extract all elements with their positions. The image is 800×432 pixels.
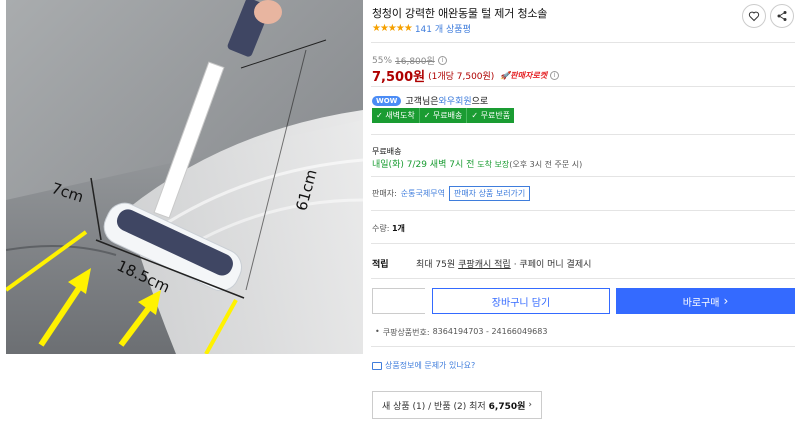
membership-suffix: 으로	[471, 97, 489, 107]
rating-row: ★★★★★ 141 개 상품평	[372, 22, 471, 35]
divider	[371, 278, 795, 279]
quantity-value: 1개	[391, 224, 405, 233]
product-title: 청청이 강력한 애완동물 털 제거 청소솔	[372, 7, 548, 20]
benefit-tags: ✓ 새벽도착 ✓ 무료배송 ✓ 무료반품	[372, 108, 515, 123]
unit-price: (1개당 7,500원)	[428, 72, 495, 82]
quantity-stepper: ▲ ▼	[372, 288, 504, 314]
divider	[371, 176, 795, 177]
tag-free-return: ✓ 무료반품	[467, 108, 515, 123]
divider	[371, 134, 795, 135]
bullet: •	[375, 327, 380, 336]
item-number-value: 8364194703 - 24166049683	[432, 327, 548, 336]
seller-row: 판매자: 순통국제무역 판매자 상품 보러가기	[372, 186, 531, 201]
message-icon	[372, 361, 382, 370]
report-issue-link[interactable]: 상품정보에 문제가 있나요?	[372, 360, 475, 371]
heart-icon	[748, 11, 760, 22]
review-count-link[interactable]: 141 개 상품평	[415, 22, 471, 35]
tag-free-shipping: ✓ 무료배송	[419, 108, 468, 123]
wow-badge: WOW	[372, 95, 402, 106]
star-rating-icon: ★★★★★	[372, 23, 413, 34]
points-condition: · 쿠페이 머니 결제시	[513, 260, 592, 270]
rocket-seller-badge: 🚀판매자로켓	[500, 71, 548, 80]
divider	[371, 243, 795, 244]
sale-price: 7,500원	[372, 70, 426, 85]
item-number-label: 쿠팡상품번호:	[382, 328, 430, 337]
membership-prefix: 고객님은	[405, 97, 439, 107]
price-row: 7,500원 (1개당 7,500원) 🚀판매자로켓 i	[372, 66, 560, 85]
add-to-cart-button[interactable]: 장바구니 담기	[432, 288, 610, 314]
seller-products-button[interactable]: 판매자 상품 보러가기	[448, 186, 531, 201]
share-button[interactable]	[770, 4, 794, 28]
seller-name-link[interactable]: 순통국제무역	[401, 188, 445, 199]
item-number-row: • 쿠팡상품번호: 8364194703 - 24166049683	[375, 327, 547, 338]
divider	[371, 210, 795, 211]
points-info: 최대 75원 쿠팡캐시 적립 · 쿠페이 머니 결제시	[416, 257, 591, 270]
discount-rate: 55%	[372, 55, 393, 66]
tag-dawn-delivery: ✓ 새벽도착	[372, 108, 420, 123]
offers-text: 새 상품 (1) / 반품 (2) 최저	[381, 401, 486, 412]
delivery-date: 내일(화) 7/29 새벽 7시 전 도착 보장(오후 3시 전 주문 시)	[372, 157, 582, 170]
points-label: 적립	[372, 260, 389, 270]
delivery-guarantee: 도착 보장	[477, 160, 510, 169]
share-icon	[777, 11, 787, 21]
info-icon[interactable]: i	[550, 71, 560, 80]
delivery-note: (오후 3시 전 주문 시)	[509, 160, 583, 169]
divider	[371, 346, 795, 347]
buy-now-button[interactable]: 바로구매 ›	[616, 288, 795, 314]
report-issue-label: 상품정보에 문제가 있나요?	[385, 361, 476, 370]
divider	[371, 42, 795, 43]
delivery-date-text: 내일(화) 7/29 새벽 7시 전	[372, 160, 475, 170]
points-max: 최대 75원	[416, 260, 456, 270]
new-used-offers-button[interactable]: 새 상품 (1) / 반품 (2) 최저 6,750원 ›	[372, 391, 542, 419]
buy-now-label: 바로구매	[682, 297, 720, 309]
product-info-panel: 청청이 강력한 애완동물 털 제거 청소솔 ★★★★★ 141 개 상품평 55…	[371, 0, 795, 432]
chevron-right-icon: ›	[528, 400, 532, 410]
info-icon[interactable]: i	[437, 56, 447, 65]
chevron-right-icon: ›	[723, 294, 729, 308]
product-image: 7cm 18.5cm 61cm	[6, 0, 363, 354]
coupang-cash-link[interactable]: 쿠팡캐시 적립	[458, 257, 511, 270]
offers-lowest-price: 6,750원	[488, 401, 526, 412]
shipping-label: 무료배송	[372, 147, 402, 156]
wishlist-button[interactable]	[742, 4, 766, 28]
seller-label: 판매자:	[372, 189, 397, 198]
wow-membership-row: WOW 고객님은 와우회원 으로	[372, 94, 488, 107]
quantity-label: 수량: 1개	[372, 223, 405, 234]
wow-member-link[interactable]: 와우회원	[439, 94, 472, 107]
divider	[371, 86, 795, 87]
quantity-label-text: 수량:	[372, 224, 390, 233]
